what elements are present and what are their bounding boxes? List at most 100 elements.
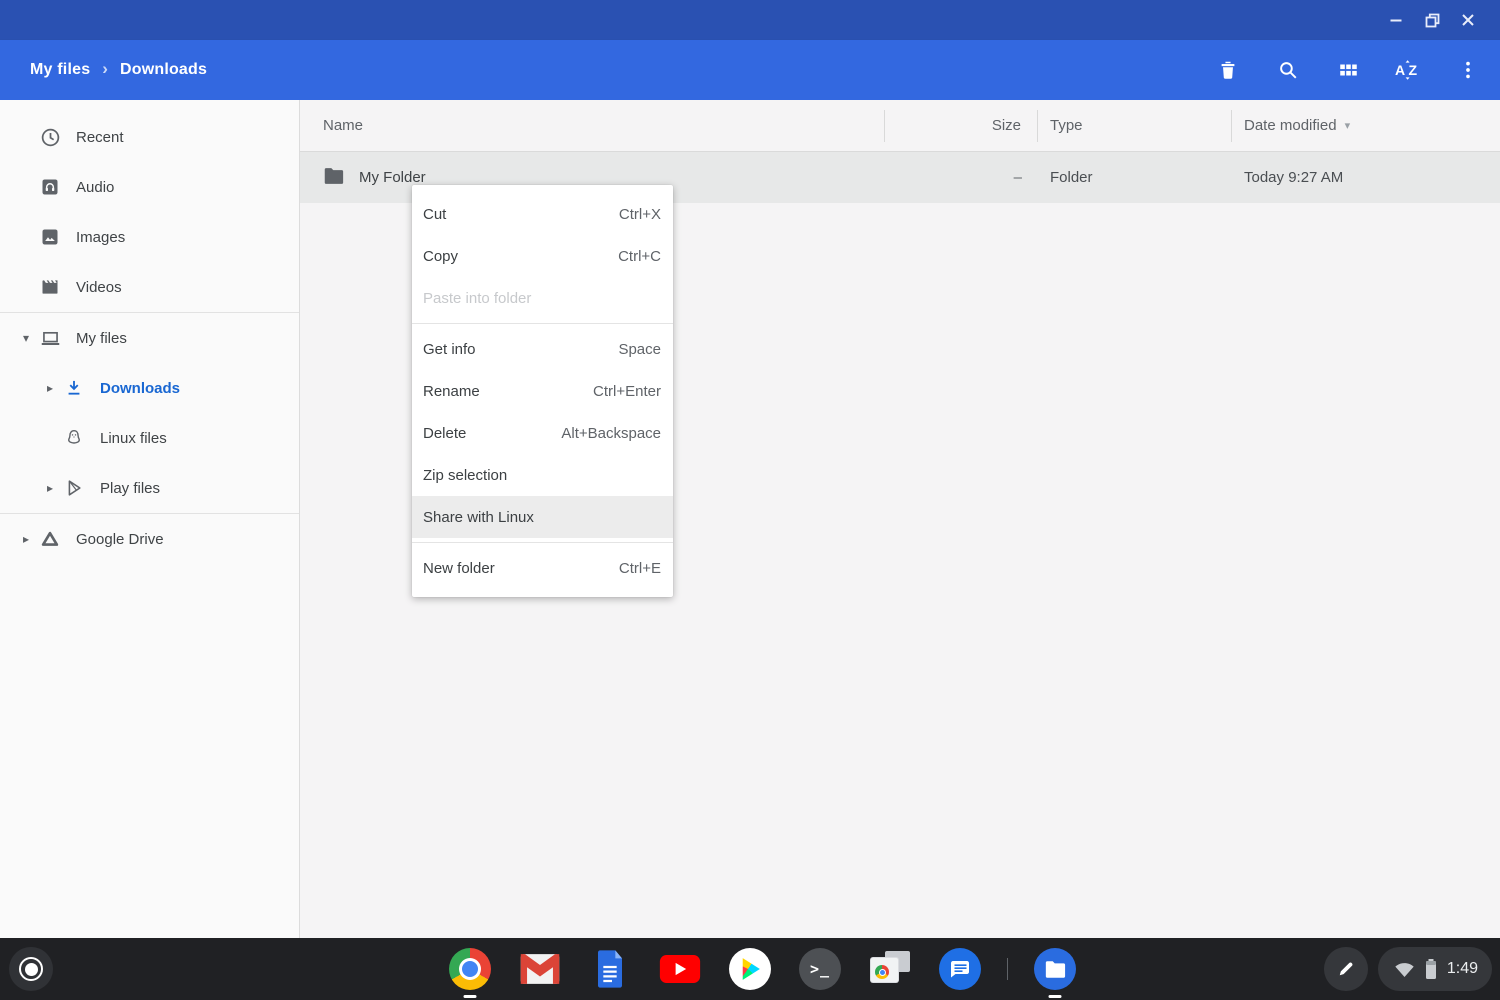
shelf-app-youtube[interactable] <box>658 947 702 991</box>
sidebar-item-recent[interactable]: Recent <box>0 112 299 162</box>
sidebar-item-play-files[interactable]: ▸ Play files <box>0 463 299 513</box>
menu-item-cut[interactable]: CutCtrl+X <box>412 193 673 235</box>
penguin-icon <box>62 426 86 450</box>
sort-caret-icon: ▾ <box>1345 119 1351 132</box>
clock-icon <box>38 125 62 149</box>
column-header-date-modified[interactable]: Date modified▾ <box>1232 110 1500 142</box>
grid-view-button[interactable] <box>1328 50 1368 90</box>
sidebar-item-label: My files <box>76 330 127 347</box>
column-header-name[interactable]: Name <box>300 110 885 142</box>
sidebar-item-my-files[interactable]: ▾ My files <box>0 313 299 363</box>
stylus-button[interactable] <box>1324 947 1368 991</box>
search-button[interactable] <box>1268 50 1308 90</box>
toolbar-actions: A Z <box>1188 50 1488 90</box>
trash-icon <box>1217 59 1239 81</box>
sidebar-item-linux-files[interactable]: Linux files <box>0 413 299 463</box>
sidebar-item-images[interactable]: Images <box>0 212 299 262</box>
sidebar-item-google-drive[interactable]: ▸ Google Drive <box>0 514 299 564</box>
shelf-app-gmail[interactable] <box>518 947 562 991</box>
svg-text:Z: Z <box>1409 62 1418 78</box>
restore-button[interactable] <box>1414 4 1450 36</box>
play-icon <box>62 476 86 500</box>
play-store-icon <box>729 948 771 990</box>
chevron-right-icon[interactable]: ▸ <box>14 532 38 546</box>
messages-icon <box>939 948 981 990</box>
sidebar-item-label: Recent <box>76 129 124 146</box>
menu-divider <box>412 542 673 543</box>
sidebar-item-label: Google Drive <box>76 531 164 548</box>
sidebar-item-label: Images <box>76 229 125 246</box>
search-icon <box>1277 59 1299 81</box>
menu-item-rename[interactable]: RenameCtrl+Enter <box>412 370 673 412</box>
shelf-app-docs[interactable] <box>588 947 632 991</box>
window-titlebar <box>0 0 1500 40</box>
close-icon <box>1461 13 1475 27</box>
more-vertical-icon <box>1457 59 1479 81</box>
menu-item-get-info[interactable]: Get infoSpace <box>412 328 673 370</box>
minimize-icon <box>1389 13 1403 27</box>
context-menu: CutCtrl+X CopyCtrl+C Paste into folder G… <box>412 185 673 597</box>
download-icon <box>62 376 86 400</box>
running-indicator <box>1049 995 1062 998</box>
sort-button[interactable]: A Z <box>1388 50 1428 90</box>
restore-icon <box>1425 13 1440 28</box>
menu-item-zip-selection[interactable]: Zip selection <box>412 454 673 496</box>
delete-button[interactable] <box>1208 50 1248 90</box>
more-options-button[interactable] <box>1448 50 1488 90</box>
video-icon <box>38 275 62 299</box>
menu-item-delete[interactable]: DeleteAlt+Backspace <box>412 412 673 454</box>
menu-item-share-with-linux[interactable]: Share with Linux <box>412 496 673 538</box>
shelf: >_ <box>0 938 1500 1000</box>
sort-az-icon: A Z <box>1394 58 1422 82</box>
chevron-down-icon[interactable]: ▾ <box>14 331 38 345</box>
sidebar-item-videos[interactable]: Videos <box>0 262 299 312</box>
file-name: My Folder <box>359 169 426 186</box>
breadcrumb-root[interactable]: My files <box>30 61 90 79</box>
status-tray[interactable]: 1:49 <box>1378 947 1492 991</box>
breadcrumb: My files › Downloads <box>30 60 207 80</box>
svg-text:A: A <box>1395 62 1405 78</box>
column-header-size[interactable]: Size <box>885 110 1038 142</box>
sidebar-item-label: Videos <box>76 279 122 296</box>
chevron-right-icon[interactable]: ▸ <box>38 381 62 395</box>
shelf-app-play-store[interactable] <box>728 947 772 991</box>
youtube-icon <box>659 954 701 984</box>
gmail-icon <box>519 952 561 986</box>
shelf-app-terminal[interactable]: >_ <box>798 947 842 991</box>
list-header: Name Size Type Date modified▾ <box>300 100 1500 152</box>
stylus-icon <box>1336 959 1356 979</box>
launcher-icon <box>19 957 43 981</box>
battery-icon <box>1425 959 1437 979</box>
sidebar-item-label: Downloads <box>100 380 180 397</box>
chrome-icon <box>449 948 491 990</box>
menu-divider <box>412 323 673 324</box>
sidebar-item-label: Play files <box>100 480 160 497</box>
shelf-app-messages[interactable] <box>938 947 982 991</box>
breadcrumb-current[interactable]: Downloads <box>120 61 207 79</box>
menu-item-copy[interactable]: CopyCtrl+C <box>412 235 673 277</box>
laptop-icon <box>38 326 62 350</box>
clock-time: 1:49 <box>1447 960 1478 978</box>
shelf-app-chrome[interactable] <box>448 947 492 991</box>
shelf-separator <box>1007 958 1008 980</box>
file-type: Folder <box>1038 169 1232 186</box>
chevron-right-icon[interactable]: ▸ <box>38 481 62 495</box>
shelf-apps: >_ <box>448 938 1077 1000</box>
folder-icon <box>323 167 344 189</box>
launcher-button[interactable] <box>9 947 53 991</box>
close-button[interactable] <box>1450 4 1486 36</box>
minimize-button[interactable] <box>1378 4 1414 36</box>
shelf-app-files[interactable] <box>1033 947 1077 991</box>
wifi-icon <box>1394 961 1415 978</box>
sidebar-item-downloads[interactable]: ▸ Downloads <box>0 363 299 413</box>
sidebar-item-label: Audio <box>76 179 114 196</box>
file-date-modified: Today 9:27 AM <box>1232 169 1500 186</box>
files-app-icon <box>1034 948 1076 990</box>
menu-item-paste-into-folder: Paste into folder <box>412 277 673 319</box>
sidebar-item-audio[interactable]: Audio <box>0 162 299 212</box>
shelf-app-remote-desktop[interactable] <box>868 947 912 991</box>
breadcrumb-separator-icon: › <box>102 59 108 79</box>
menu-item-new-folder[interactable]: New folderCtrl+E <box>412 547 673 589</box>
running-indicator <box>464 995 477 998</box>
column-header-type[interactable]: Type <box>1038 110 1232 142</box>
